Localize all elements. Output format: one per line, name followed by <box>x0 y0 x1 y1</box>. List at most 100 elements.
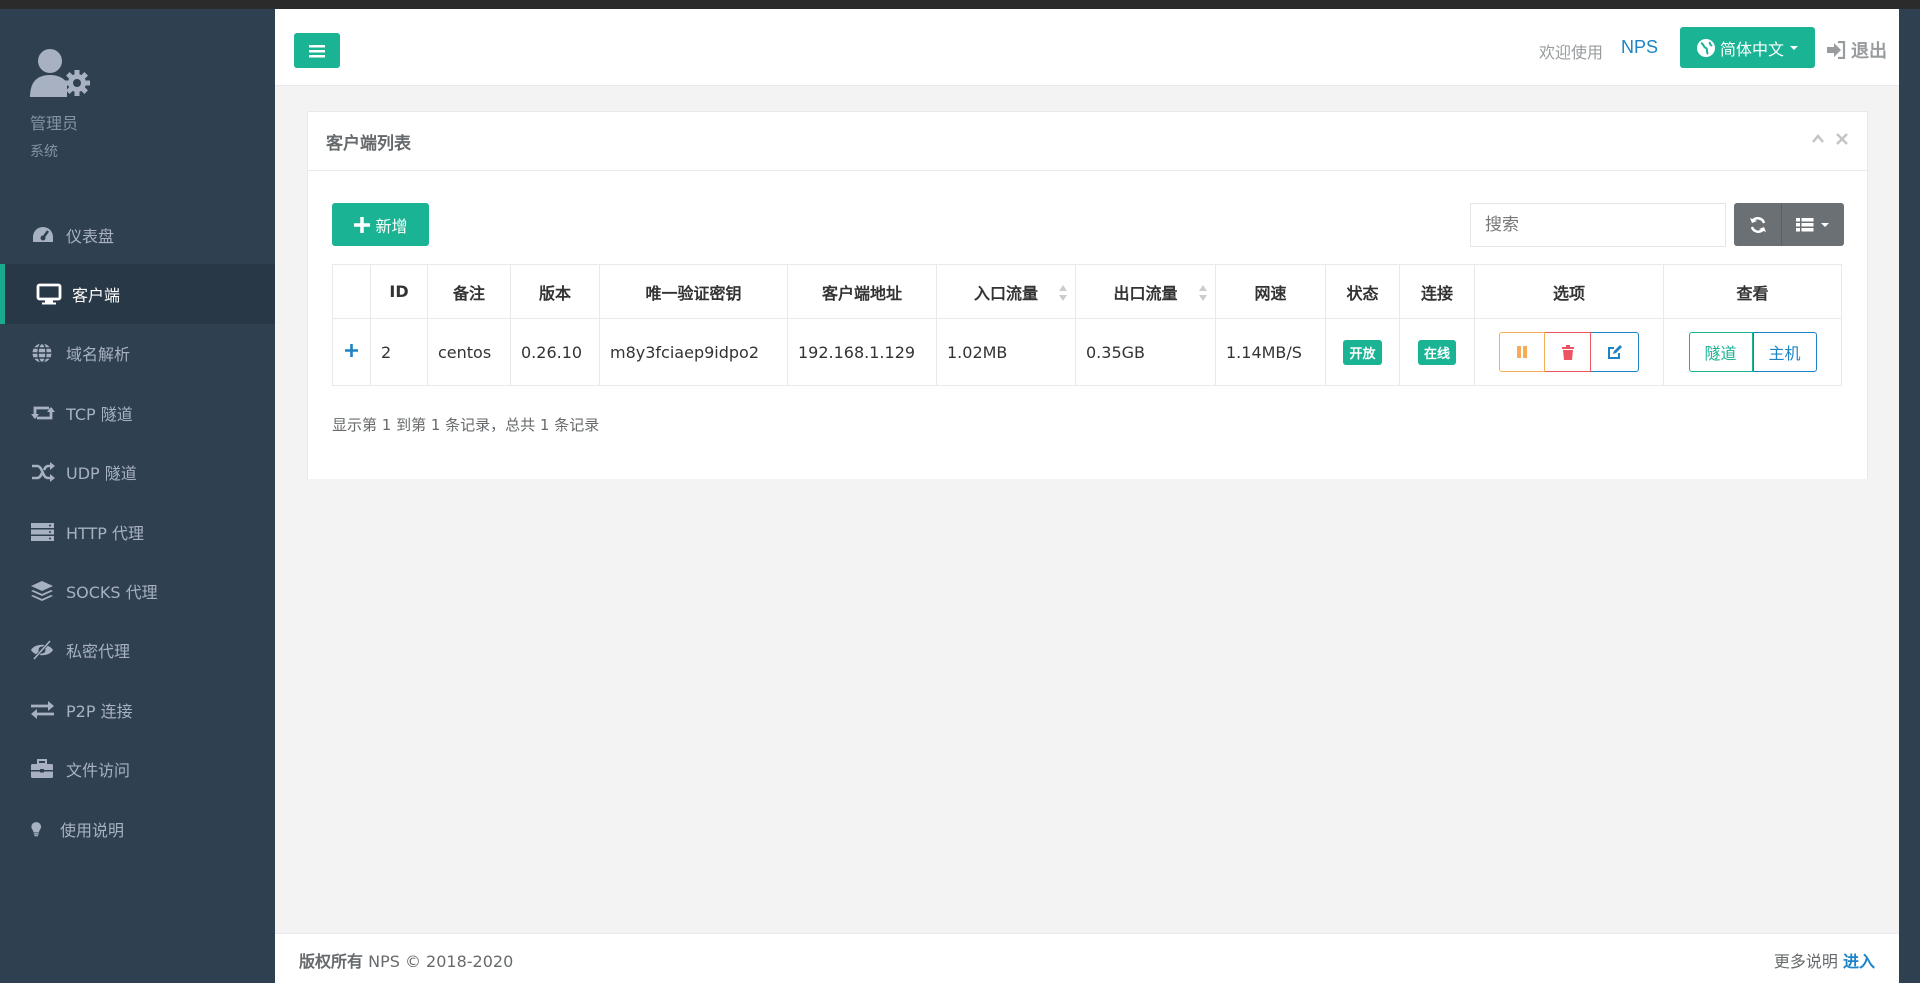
sidebar-item-files[interactable]: 文件访问 <box>0 740 275 799</box>
sidebar-item-socks[interactable]: SOCKS 代理 <box>0 561 275 620</box>
col-view: 查看 <box>1663 264 1842 319</box>
sidebar-item-label: P2P 连接 <box>66 701 133 721</box>
pause-button[interactable] <box>1499 332 1545 372</box>
sidebar-item-help[interactable]: 使用说明 <box>0 799 275 858</box>
scrollbar-track[interactable] <box>1899 9 1920 983</box>
refresh-button[interactable] <box>1734 203 1782 246</box>
user-name: 管理员 <box>30 114 79 133</box>
welcome-text: 欢迎使用 <box>1539 43 1604 62</box>
col-speed[interactable]: 网速 <box>1215 264 1326 319</box>
cell-addr: 192.168.1.129 <box>787 318 937 386</box>
client-table: ID 备注 版本 唯一验证密钥 客户端地址 入口流量 出口流量 网速 状态 连接… <box>332 264 1842 386</box>
logout-link[interactable]: 退出 <box>1826 37 1887 63</box>
exchange-icon <box>31 700 54 719</box>
sidebar-item-label: 客户端 <box>72 286 121 306</box>
random-icon <box>32 462 55 483</box>
sidebar-item-clients[interactable]: 客户端 <box>0 264 275 324</box>
cell-id: 2 <box>370 318 428 386</box>
language-label: 简体中文 <box>1719 39 1784 59</box>
copyright: 版权所有 NPS © 2018-2020 <box>299 948 513 972</box>
sidebar-item-label: SOCKS 代理 <box>66 583 158 603</box>
caret-down-icon <box>1821 222 1829 227</box>
pause-icon <box>1517 346 1527 358</box>
trash-icon <box>1561 344 1574 360</box>
col-outflow-label: 出口流量 <box>1113 283 1178 303</box>
server-icon <box>31 522 54 541</box>
cell-status: 开放 <box>1325 318 1400 386</box>
cell-conn: 在线 <box>1399 318 1475 386</box>
sidebar-item-label: TCP 隧道 <box>66 404 133 424</box>
dashboard-icon <box>33 226 53 242</box>
sort-icon <box>1059 285 1067 301</box>
tunnel-view-button[interactable]: 隧道 <box>1688 332 1753 372</box>
language-dropdown-button[interactable]: 简体中文 <box>1680 27 1815 68</box>
lightbulb-icon <box>31 821 42 836</box>
panel-title-bar: 客户端列表 <box>308 112 1867 171</box>
user-role: 系统 <box>30 144 58 160</box>
add-client-button[interactable]: 新增 <box>332 203 429 246</box>
view-button-group: 隧道 主机 <box>1674 332 1831 372</box>
sidebar-item-p2p[interactable]: P2P 连接 <box>0 680 275 739</box>
cell-vkey: m8y3fciaep9idpo2 <box>599 318 788 386</box>
col-conn[interactable]: 连接 <box>1399 264 1475 319</box>
window-top-strip <box>0 0 1920 9</box>
delete-button[interactable] <box>1545 332 1591 372</box>
cell-remark: centos <box>427 318 511 386</box>
sidebar-item-domain[interactable]: 域名解析 <box>0 324 275 383</box>
sidebar-item-udp[interactable]: UDP 隧道 <box>0 443 275 502</box>
expand-header <box>332 264 371 319</box>
copyright-label: 版权所有 <box>299 952 364 971</box>
add-label: 新增 <box>375 216 408 236</box>
status-badge: 开放 <box>1343 339 1382 365</box>
enter-link[interactable]: 进入 <box>1843 952 1875 971</box>
collapse-chevron-icon[interactable] <box>1811 132 1825 146</box>
layers-icon <box>31 581 53 602</box>
sidebar-item-http[interactable]: HTTP 代理 <box>0 502 275 561</box>
panel-tools <box>1811 132 1849 146</box>
cell-speed: 1.14MB/S <box>1215 318 1326 386</box>
table-row: 2 centos 0.26.10 m8y3fciaep9idpo2 192.16… <box>332 318 1842 386</box>
cell-outflow: 0.35GB <box>1075 318 1216 386</box>
refresh-icon <box>1749 216 1766 233</box>
more-info: 更多说明 进入 <box>1774 948 1875 972</box>
expand-plus-icon[interactable] <box>344 343 359 358</box>
cell-options <box>1474 318 1664 386</box>
cell-view: 隧道 主机 <box>1663 318 1842 386</box>
close-icon[interactable] <box>1835 132 1849 146</box>
expand-cell[interactable] <box>332 318 371 386</box>
table-toolbar <box>1734 203 1844 246</box>
col-outflow[interactable]: 出口流量 <box>1075 264 1216 319</box>
globe-icon <box>1696 38 1715 57</box>
col-options: 选项 <box>1474 264 1664 319</box>
sidebar-item-label: 使用说明 <box>60 820 125 840</box>
col-inflow[interactable]: 入口流量 <box>936 264 1076 319</box>
edit-button[interactable] <box>1591 332 1639 372</box>
pagination-info: 显示第 1 到第 1 条记录，总共 1 条记录 <box>332 416 600 434</box>
sign-out-icon <box>1827 41 1846 59</box>
host-view-button[interactable]: 主机 <box>1752 332 1817 372</box>
sidebar-item-label: 文件访问 <box>66 761 131 781</box>
col-status[interactable]: 状态 <box>1325 264 1400 319</box>
col-version[interactable]: 版本 <box>510 264 600 319</box>
col-addr[interactable]: 客户端地址 <box>787 264 937 319</box>
menu-toggle-button[interactable] <box>294 33 340 68</box>
sidebar-item-tcp[interactable]: TCP 隧道 <box>0 383 275 442</box>
cell-version: 0.26.10 <box>510 318 600 386</box>
user-gear-icon <box>30 45 100 103</box>
sidebar-item-label: 私密代理 <box>66 642 131 662</box>
columns-toggle-button[interactable] <box>1782 203 1844 246</box>
brand-link[interactable]: NPS <box>1621 37 1658 58</box>
main-area: 欢迎使用 NPS 简体中文 退出 客户端列表 新增 搜索 ID 备注 版本 唯一… <box>275 9 1899 983</box>
edit-icon <box>1607 345 1622 359</box>
client-list-panel: 客户端列表 新增 ID 备注 <box>307 111 1868 479</box>
col-vkey[interactable]: 唯一验证密钥 <box>599 264 788 319</box>
search-input[interactable] <box>1470 203 1726 247</box>
col-remark[interactable]: 备注 <box>427 264 511 319</box>
eye-slash-icon <box>31 640 53 661</box>
sidebar-item-dashboard[interactable]: 仪表盘 <box>0 205 275 264</box>
col-id[interactable]: ID <box>370 264 428 319</box>
monitor-icon <box>36 283 62 305</box>
more-info-text: 更多说明 <box>1773 952 1838 971</box>
sidebar-item-label: 域名解析 <box>66 345 131 365</box>
sidebar-item-secret[interactable]: 私密代理 <box>0 621 275 680</box>
